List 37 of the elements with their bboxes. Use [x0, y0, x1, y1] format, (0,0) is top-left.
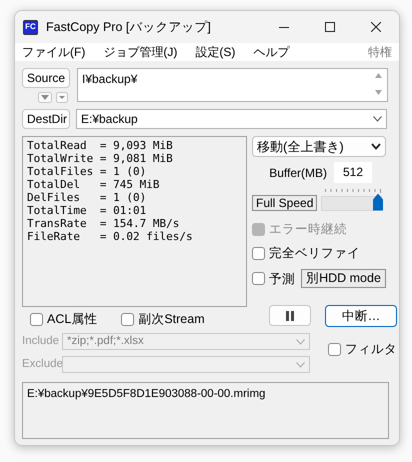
buffer-label: Buffer(MB): [269, 164, 327, 182]
checkbox-label: 予測: [269, 270, 295, 286]
window-title: FastCopy Pro [バックアップ]: [46, 18, 211, 36]
mode-select[interactable]: 移動(全上書き): [252, 136, 386, 157]
stats-line: TotalDel = 745 MiB: [27, 178, 160, 191]
menu-item[interactable]: ジョブ管理(J): [100, 44, 180, 60]
app-icon: FC: [23, 20, 38, 34]
menu-item[interactable]: ヘルプ: [250, 44, 292, 60]
checkbox-label: 完全ベリファイ: [269, 245, 360, 261]
include-value: *zip;*.pdf;*.xlsx: [67, 334, 144, 349]
stats-line: TotalTime = 01:01: [27, 204, 148, 217]
abort-button[interactable]: 中断…: [325, 305, 397, 327]
stats-line: DelFiles = 1 (0): [27, 191, 148, 204]
source-field[interactable]: I¥backup¥: [77, 68, 388, 102]
speed-label: Full Speed: [252, 195, 318, 211]
log-line: E:¥backup¥9E5D5F8D1E903088-00-00.mrimg: [27, 388, 266, 400]
checkbox-label: ACL属性: [47, 311, 98, 327]
destination-path: E:¥backup: [81, 111, 138, 128]
stats-line: TransRate = 154.7 MB/s: [27, 217, 180, 230]
checkbox-label: エラー時継続: [269, 221, 347, 237]
checkbox-label: フィルタ: [345, 341, 397, 357]
stats-line: TotalWrite = 9,081 MiB: [27, 152, 174, 165]
stats-line: TotalFiles = 1 (0): [27, 165, 148, 178]
hdd-mode-label: 別HDD mode: [301, 269, 386, 288]
menu-item[interactable]: 設定(S): [192, 44, 238, 60]
buffer-field[interactable]: 512: [334, 162, 372, 183]
checkbox-label: 副次Stream: [138, 311, 205, 327]
destdir-button[interactable]: DestDir: [22, 109, 70, 129]
menu-item[interactable]: ファイル(F): [19, 44, 88, 60]
exclude-label: Exclude: [22, 357, 62, 372]
include-label: Include: [22, 334, 60, 349]
mode-label: 移動(全上書き): [257, 138, 344, 156]
stats-line: TotalRead = 9,093 MiB: [27, 139, 174, 152]
source-path: I¥backup¥: [82, 71, 138, 88]
destination-field[interactable]: E:¥backup: [76, 109, 387, 129]
source-button[interactable]: Source: [22, 68, 70, 88]
stats-line: FileRate = 0.02 files/s: [27, 230, 194, 243]
